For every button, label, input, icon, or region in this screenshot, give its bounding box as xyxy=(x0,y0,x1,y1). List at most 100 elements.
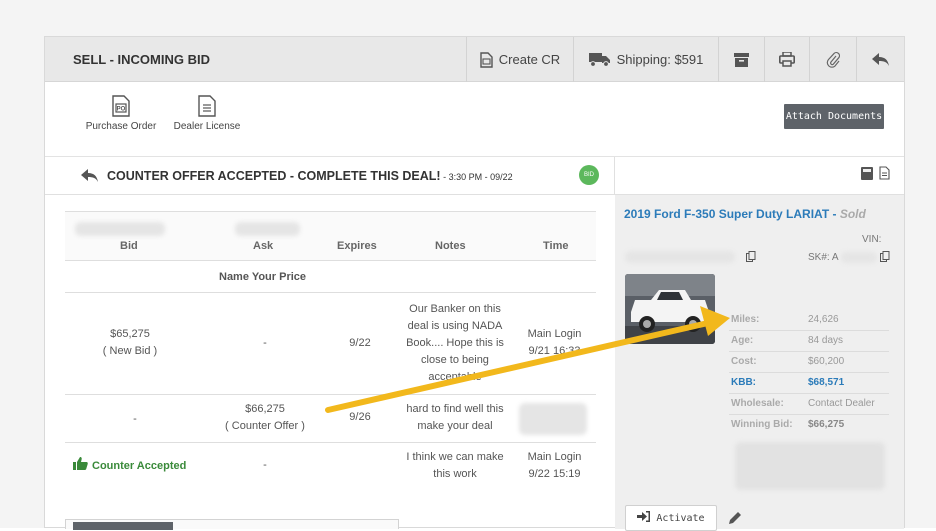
activate-button[interactable]: Activate xyxy=(625,505,717,531)
time-stamp: 9/22 15:19 xyxy=(528,468,581,480)
svg-text:PO: PO xyxy=(117,107,126,113)
reply-button[interactable] xyxy=(856,37,904,82)
time-cell: Main Login 9/21 16:33 xyxy=(517,326,592,360)
spec-label: Miles: xyxy=(731,314,760,325)
sk-value: A xyxy=(831,252,839,263)
notes-cell: hard to find well this make your deal xyxy=(385,401,525,435)
vehicle-sold-status: Sold xyxy=(839,207,866,221)
notes-line: I think we can make xyxy=(406,451,504,463)
spec-value[interactable]: $68,571 xyxy=(808,377,844,388)
spec-row-miles: Miles: 24,626 xyxy=(729,310,889,331)
spec-label: Wholesale: xyxy=(731,398,784,409)
table-row: Counter Accepted - I think we can make t… xyxy=(65,443,596,491)
license-document-icon xyxy=(171,95,243,117)
notes-cell: Our Banker on this deal is using NADA Bo… xyxy=(385,301,525,386)
vehicle-photo[interactable] xyxy=(625,274,715,344)
bid-badge: BID xyxy=(579,165,599,185)
back-arrow-icon[interactable] xyxy=(81,169,98,188)
shipping-button[interactable]: Shipping: $591 xyxy=(573,37,718,82)
time-stamp: 9/21 16:33 xyxy=(528,345,581,357)
archive-button[interactable] xyxy=(718,37,764,82)
vin-label: VIN: xyxy=(862,234,882,245)
deal-status-text: COUNTER OFFER ACCEPTED - COMPLETE THIS D… xyxy=(107,169,513,183)
spec-value: 24,626 xyxy=(808,314,839,325)
save-icon[interactable] xyxy=(861,167,873,185)
time-cell: Main Login 9/22 15:19 xyxy=(517,449,592,483)
spec-label: KBB: xyxy=(731,377,756,388)
redacted-name xyxy=(235,222,300,236)
page-title: SELL - INCOMING BID xyxy=(73,52,210,67)
expires-cell: 9/22 xyxy=(349,337,371,349)
dealer-license-doc[interactable]: Dealer License xyxy=(171,95,243,132)
notes-line: this work xyxy=(433,468,477,480)
spec-label: Cost: xyxy=(731,356,757,367)
purchase-order-label: Purchase Order xyxy=(85,121,157,132)
redacted-name xyxy=(75,222,165,236)
spec-row-age: Age: 84 days xyxy=(729,331,889,352)
notes-line: deal is using NADA xyxy=(407,320,503,332)
spec-row-wholesale: Wholesale: Contact Dealer xyxy=(729,394,889,415)
stock-number: SK#: A xyxy=(808,252,839,263)
thumbs-up-icon xyxy=(73,457,88,476)
table-row: - $66,275 ( Counter Offer ) 9/26 hard to… xyxy=(65,395,596,443)
notes-line: Book.... Hope this is xyxy=(406,337,504,349)
bid-cell: - xyxy=(133,413,137,425)
document-icon xyxy=(480,51,493,68)
sign-in-icon xyxy=(637,511,651,525)
spec-value: $66,275 xyxy=(808,419,845,430)
spec-row-kbb: KBB: $68,571 xyxy=(729,373,889,394)
po-document-icon: PO xyxy=(83,95,159,117)
spec-row-cost: Cost: $60,200 xyxy=(729,352,889,373)
column-bid: Bid xyxy=(120,240,138,252)
spec-label: Winning Bid: xyxy=(731,419,793,430)
ask-cell: $66,275 ( Counter Offer ) xyxy=(205,401,325,435)
pencil-icon[interactable] xyxy=(728,510,743,530)
print-button[interactable] xyxy=(764,37,809,82)
copy-icon[interactable] xyxy=(746,250,756,268)
name-your-price-row: Name Your Price xyxy=(65,261,596,293)
redacted-stock xyxy=(841,252,877,263)
deal-status-time: - 3:30 PM - 09/22 xyxy=(440,172,513,182)
column-time: Time xyxy=(543,240,569,252)
shipping-label: Shipping: $591 xyxy=(616,52,704,67)
ask-cell: - xyxy=(263,459,267,471)
active-tab[interactable] xyxy=(73,522,173,530)
attach-button[interactable] xyxy=(809,37,856,82)
bid-value: $65,275 xyxy=(110,328,150,340)
paperclip-icon xyxy=(826,51,840,68)
bid-history-table: Bid Ask Expires Notes Time Name Your Pri… xyxy=(65,211,596,491)
ask-sub: ( Counter Offer ) xyxy=(225,420,305,432)
column-notes: Notes xyxy=(435,240,466,252)
column-expires: Expires xyxy=(337,240,377,252)
redacted-vin xyxy=(625,251,735,263)
table-row: $65,275 ( New Bid ) - 9/22 Our Banker on… xyxy=(65,293,596,395)
ask-cell: - xyxy=(263,337,267,349)
archive-icon xyxy=(734,52,749,67)
redacted-info xyxy=(735,442,885,490)
vehicle-title-separator: - xyxy=(829,207,840,221)
time-user: Main Login xyxy=(527,328,582,340)
create-cr-button[interactable]: Create CR xyxy=(466,37,573,82)
vehicle-panel: 2019 Ford F-350 Super Duty LARIAT - Sold… xyxy=(615,157,904,531)
column-ask: Ask xyxy=(253,240,274,252)
document-icon[interactable] xyxy=(879,166,890,185)
redacted-time xyxy=(519,403,587,435)
name-your-price-label: Name Your Price xyxy=(219,271,307,283)
attach-documents-button[interactable]: Attach Documents xyxy=(784,104,884,129)
notes-cell: I think we can make this work xyxy=(385,449,525,483)
spec-label: Age: xyxy=(731,335,754,346)
notes-line: Our Banker on this xyxy=(409,303,501,315)
activate-label: Activate xyxy=(656,512,705,524)
time-user: Main Login xyxy=(527,451,582,463)
purchase-order-doc[interactable]: PO Purchase Order xyxy=(83,95,159,132)
page-background: SELL - INCOMING BID Create CR Shipping: … xyxy=(0,0,936,531)
expires-cell: 9/26 xyxy=(349,411,371,423)
notes-line: close to being xyxy=(421,354,489,366)
dealer-license-label: Dealer License xyxy=(173,121,241,132)
vehicle-panel-toolbar xyxy=(615,157,904,195)
vehicle-title[interactable]: 2019 Ford F-350 Super Duty LARIAT - Sold xyxy=(624,207,894,222)
notes-line: hard to find well this xyxy=(406,403,504,415)
counter-accepted-status: Counter Accepted xyxy=(73,457,203,476)
copy-icon[interactable] xyxy=(880,250,890,268)
bid-cell: $65,275 ( New Bid ) xyxy=(75,326,185,360)
